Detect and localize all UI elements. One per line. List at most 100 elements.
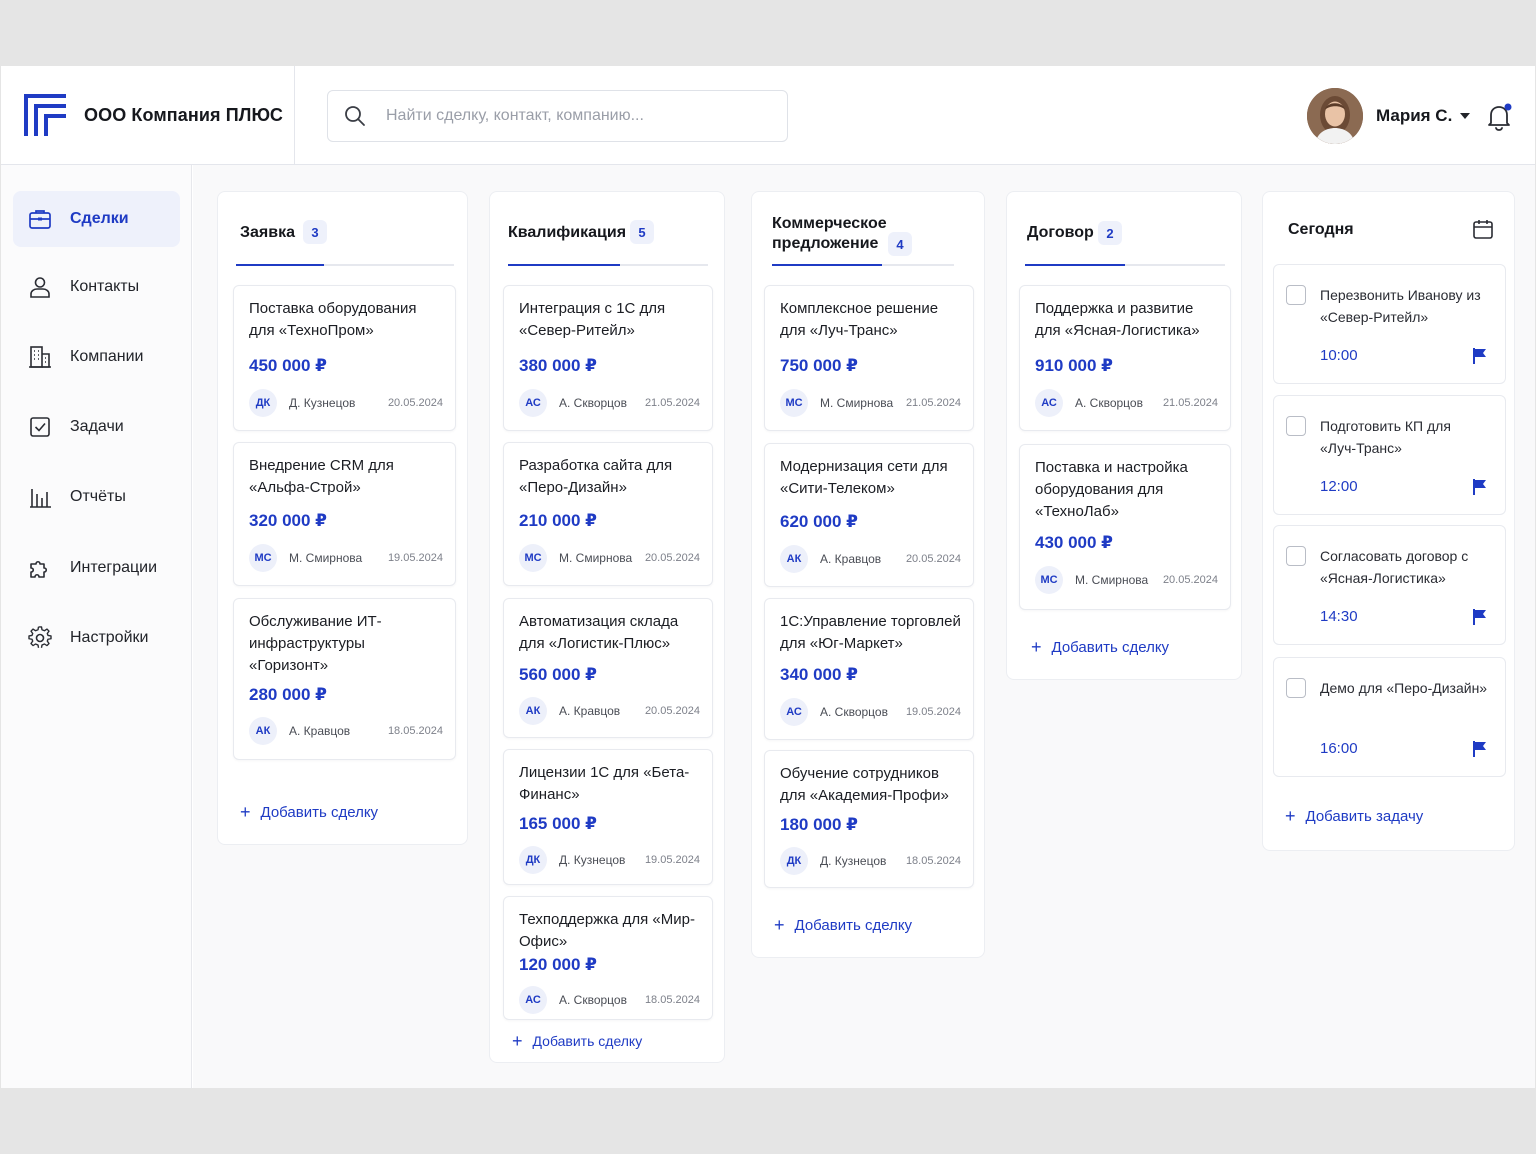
deal-amount: 165 000 ₽ (519, 814, 598, 833)
flag-icon[interactable] (1472, 740, 1488, 758)
calendar-icon[interactable] (1472, 218, 1494, 240)
deal-card[interactable]: Обслуживание ИТ-инфраструктуры «Горизонт… (233, 598, 456, 760)
today-panel: Сегодня Перезвонить Иванову из «Север-Ри… (1262, 191, 1515, 851)
owner-name: А. Скворцов (820, 705, 888, 719)
gear-icon (28, 626, 52, 648)
deal-date: 21.05.2024 (1162, 397, 1218, 409)
task-item[interactable]: Подготовить КП для «Луч-Транс» 12:00 (1273, 395, 1506, 515)
avatar-image (1307, 88, 1363, 144)
column-header: Договор 2 (1007, 192, 1241, 270)
sidebar-item-settings[interactable]: Настройки (13, 610, 180, 666)
plus-icon: + (1285, 806, 1296, 826)
pipeline-column-proposal: Коммерческое предложение 4 Комплексное р… (751, 191, 985, 958)
owner-initials: АС (1035, 389, 1063, 417)
deal-footer: ДК Д. Кузнецов 18.05.2024 (780, 846, 961, 876)
top-bar: ООО Компания ПЛЮС Мария С. (1, 66, 1535, 165)
owner-name: А. Скворцов (559, 396, 627, 410)
person-icon (30, 277, 50, 298)
deal-amount: 340 000 ₽ (780, 665, 859, 684)
column-underline (508, 264, 708, 266)
sidebar-item-integrations[interactable]: Интеграции (13, 540, 180, 596)
user-name: Мария С. (1376, 106, 1453, 125)
task-item[interactable]: Перезвонить Иванову из «Север-Ритейл» 10… (1273, 264, 1506, 384)
sidebar-item-deals[interactable]: Сделки (13, 191, 180, 247)
owner-initials: АС (780, 698, 808, 726)
flag-icon[interactable] (1472, 347, 1488, 365)
chevron-down-icon[interactable] (1460, 113, 1471, 119)
owner-name: А. Скворцов (559, 993, 627, 1007)
deal-card[interactable]: Внедрение CRM для «Альфа-Строй» 320 000 … (233, 442, 456, 586)
deal-card[interactable]: Автоматизация склада для «Логистик-Плюс»… (503, 598, 713, 738)
task-item[interactable]: Согласовать договор с «Ясная-Логистика» … (1273, 525, 1506, 645)
column-count-badge: 2 (1098, 221, 1122, 245)
deal-amount: 180 000 ₽ (780, 815, 859, 834)
task-title: Демо для «Перо-Дизайн» (1320, 680, 1488, 696)
deal-card[interactable]: Разработка сайта для «Перо-Дизайн» 210 0… (503, 442, 713, 586)
deal-date: 21.05.2024 (644, 397, 700, 409)
sidebar-item-companies[interactable]: Компании (13, 329, 180, 385)
deal-card[interactable]: Обучение сотрудников для «Академия-Профи… (764, 750, 974, 888)
pipeline-column-request: Заявка 3 Поставка оборудования для «Техн… (217, 191, 468, 845)
task-checkbox[interactable] (1286, 678, 1306, 698)
add-deal-button[interactable]: + Добавить сделку (512, 1032, 642, 1050)
task-time: 14:30 (1320, 608, 1358, 625)
add-task-button[interactable]: + Добавить задачу (1285, 807, 1423, 825)
task-item[interactable]: Демо для «Перо-Дизайн» 16:00 (1273, 657, 1506, 777)
owner-initials: АК (519, 697, 547, 725)
add-deal-button[interactable]: + Добавить сделку (774, 916, 912, 934)
deal-card[interactable]: Комплексное решение для «Луч-Транс» 750 … (764, 285, 974, 431)
sidebar-item-contacts[interactable]: Контакты (13, 259, 180, 315)
owner-name: Д. Кузнецов (289, 396, 356, 410)
deal-title: Поставка и настройка оборудования для «Т… (1035, 459, 1188, 520)
column-header: Заявка 3 (218, 192, 467, 270)
column-header: Квалификация 5 (490, 192, 724, 270)
owner-initials: МС (249, 544, 277, 572)
brand[interactable]: ООО Компания ПЛЮС (1, 66, 295, 165)
column-underline (236, 264, 454, 266)
pipeline-column-qualification: Квалификация 5 Интеграция с 1С для «Севе… (489, 191, 725, 1063)
sidebar: Сделки Контакты Компании Задачи Отчёты И… (1, 165, 192, 1088)
deal-date: 18.05.2024 (644, 994, 700, 1006)
add-deal-button[interactable]: + Добавить сделку (240, 803, 378, 821)
deal-card[interactable]: Лицензии 1С для «Бета-Финанс» 165 000 ₽ … (503, 749, 713, 885)
search-icon (345, 106, 365, 126)
search-input[interactable] (386, 107, 766, 125)
sidebar-item-reports[interactable]: Отчёты (13, 469, 180, 525)
deal-card[interactable]: Поставка и настройка оборудования для «Т… (1019, 444, 1231, 610)
deal-title: Обучение сотрудников для «Академия-Профи… (780, 765, 949, 804)
sidebar-item-tasks[interactable]: Задачи (13, 399, 180, 455)
task-checkbox[interactable] (1286, 416, 1306, 436)
deal-card[interactable]: Техподдержка для «Мир-Офис» 120 000 ₽ АС… (503, 896, 713, 1020)
search-box[interactable] (327, 90, 788, 142)
deal-card[interactable]: Интеграция с 1С для «Север-Ритейл» 380 0… (503, 285, 713, 431)
task-checkbox[interactable] (1286, 546, 1306, 566)
deal-card[interactable]: Поддержка и развитие для «Ясная-Логистик… (1019, 285, 1231, 431)
puzzle-icon (30, 560, 48, 578)
column-title: Договор (1027, 224, 1094, 241)
sidebar-item-label: Сделки (70, 210, 129, 227)
crm-app: ООО Компания ПЛЮС Мария С. (1, 66, 1535, 1088)
deal-card[interactable]: Модернизация сети для «Сити-Телеком» 620… (764, 443, 974, 587)
deal-card[interactable]: Поставка оборудования для «ТехноПром» 45… (233, 285, 456, 431)
deal-title: Интеграция с 1С для «Север-Ритейл» (519, 300, 666, 339)
company-logo-icon (24, 93, 66, 136)
flag-icon[interactable] (1472, 478, 1488, 496)
deal-amount: 750 000 ₽ (780, 356, 859, 375)
owner-initials: МС (1035, 566, 1063, 594)
deal-card[interactable]: 1С:Управление торговлей для «Юг-Маркет» … (764, 598, 974, 740)
deal-title: Лицензии 1С для «Бета-Финанс» (519, 764, 690, 803)
flag-icon[interactable] (1472, 608, 1488, 626)
deal-amount: 910 000 ₽ (1035, 356, 1114, 375)
add-deal-button[interactable]: + Добавить сделку (1031, 638, 1169, 656)
notification-bell-icon[interactable] (1485, 102, 1513, 132)
avatar[interactable] (1307, 88, 1363, 144)
owner-name: М. Смирнова (1075, 573, 1149, 587)
user-menu[interactable]: Мария С. (1307, 88, 1471, 144)
deal-title: Поддержка и развитие для «Ясная-Логистик… (1035, 300, 1200, 339)
deal-date: 19.05.2024 (644, 854, 700, 866)
task-checkbox[interactable] (1286, 285, 1306, 305)
column-count-badge: 4 (888, 232, 912, 256)
deal-amount: 620 000 ₽ (780, 512, 859, 531)
deal-date: 20.05.2024 (1162, 574, 1218, 586)
company-name: ООО Компания ПЛЮС (84, 105, 283, 125)
